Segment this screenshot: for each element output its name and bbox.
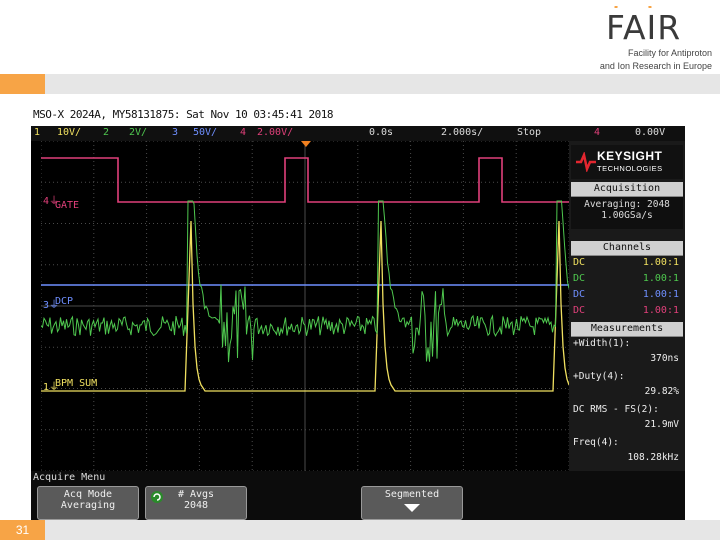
channel-probe-ratio: 1.00:1 [642, 305, 679, 316]
softkey-bar: Acquire Menu Acq Mode Averaging # Avgs 2… [31, 471, 685, 520]
graticule [40, 140, 570, 472]
fair-tagline: Facility for Antiproton and Ion Research… [599, 48, 712, 71]
channel-probe-ratio: 1.00:1 [642, 289, 679, 300]
measurements-header[interactable]: Measurements [571, 322, 683, 337]
rotate-knob-icon [151, 491, 163, 503]
measurement-label[interactable]: Freq(4): [573, 437, 685, 448]
channels-header[interactable]: Channels [571, 241, 683, 256]
measurement-label[interactable]: +Width(1): [573, 338, 685, 349]
channel-row[interactable]: DC 1.00:1 [571, 289, 683, 305]
channel-row[interactable]: DC 1.00:1 [571, 273, 683, 289]
footer-bar [45, 520, 720, 540]
scope-title-bar: MSO-X 2024A, MY58131875: Sat Nov 10 03:4… [31, 106, 685, 126]
ch4-number: 4 [240, 127, 247, 138]
ch4-scale[interactable]: 2.00V/ [257, 127, 293, 138]
trigger-source: 4 [594, 127, 601, 138]
bpm-sum-label: BPM SUM [55, 378, 98, 389]
time-offset[interactable]: 0.0s [369, 127, 393, 138]
acquisition-header[interactable]: Acquisition [571, 182, 683, 197]
measurement-label[interactable]: +Duty(4): [573, 371, 685, 382]
submenu-arrow-icon [404, 504, 420, 512]
header-bar [45, 74, 720, 94]
acquire-menu-title: Acquire Menu [33, 472, 106, 483]
fair-logo-text: FAIR [606, 8, 682, 47]
oscilloscope-screen: MSO-X 2024A, MY58131875: Sat Nov 10 03:4… [31, 106, 685, 520]
ch3-number: 3 [172, 127, 179, 138]
dcp-label: DCP [55, 296, 74, 307]
ch2-scale[interactable]: 2V/ [129, 127, 147, 138]
measurement-value: 21.9mV [644, 419, 679, 430]
header-accent-bar [0, 74, 45, 94]
channel-probe-ratio: 1.00:1 [642, 257, 679, 268]
acq-rate-value: 1.00GSa/s [601, 210, 653, 221]
waveform-plot [40, 140, 570, 472]
channel-row[interactable]: DC 1.00:1 [571, 257, 683, 273]
gate-label: GATE [55, 200, 80, 211]
measurement-value: 108.28kHz [627, 452, 679, 463]
channel-row[interactable]: DC 1.00:1 [571, 305, 683, 321]
info-panel: KEYSIGHT TECHNOLOGIES Acquisition Averag… [569, 141, 685, 471]
segmented-softkey[interactable]: Segmented [361, 486, 463, 520]
scope-title: MSO-X 2024A, MY58131875: Sat Nov 10 03:4… [33, 108, 334, 121]
measurement-label[interactable]: DC RMS - FS(2): [573, 404, 685, 415]
page-number: 31 [15, 523, 30, 537]
channel-status-bar[interactable]: 1 10V/ 2 2V/ 3 50V/ 4 2.00V/ 0.0s 2.000s… [31, 126, 685, 141]
measurement-value: 29.82% [644, 386, 679, 397]
keysight-logo: KEYSIGHT TECHNOLOGIES [571, 145, 683, 179]
ch1-scale[interactable]: 10V/ [57, 127, 81, 138]
channel-coupling: DC [573, 257, 586, 268]
trigger-level[interactable]: 0.00V [635, 127, 665, 138]
num-avgs-softkey[interactable]: # Avgs 2048 [145, 486, 247, 520]
channel-coupling: DC [573, 289, 586, 300]
channel-coupling: DC [573, 273, 586, 284]
ch2-number: 2 [103, 127, 110, 138]
channel-probe-ratio: 1.00:1 [642, 273, 679, 284]
acq-mode-value: Averaging: 2048 [584, 199, 670, 210]
channel-coupling: DC [573, 305, 586, 316]
measurement-value: 370ns [650, 353, 679, 364]
run-status[interactable]: Stop [517, 127, 541, 138]
ch1-number: 1 [34, 127, 41, 138]
trigger-position-marker[interactable] [301, 141, 311, 147]
timebase-scale[interactable]: 2.000s/ [441, 127, 483, 138]
acq-mode-softkey[interactable]: Acq Mode Averaging [37, 486, 139, 520]
waveform-display[interactable]: 4⏚ GATE 3⏚ DCP 1⏚ BPM SUM [40, 140, 570, 472]
ch3-scale[interactable]: 50V/ [193, 127, 217, 138]
acquisition-info: Averaging: 2048 1.00GSa/s [571, 197, 683, 229]
keysight-wave-icon [576, 152, 596, 172]
